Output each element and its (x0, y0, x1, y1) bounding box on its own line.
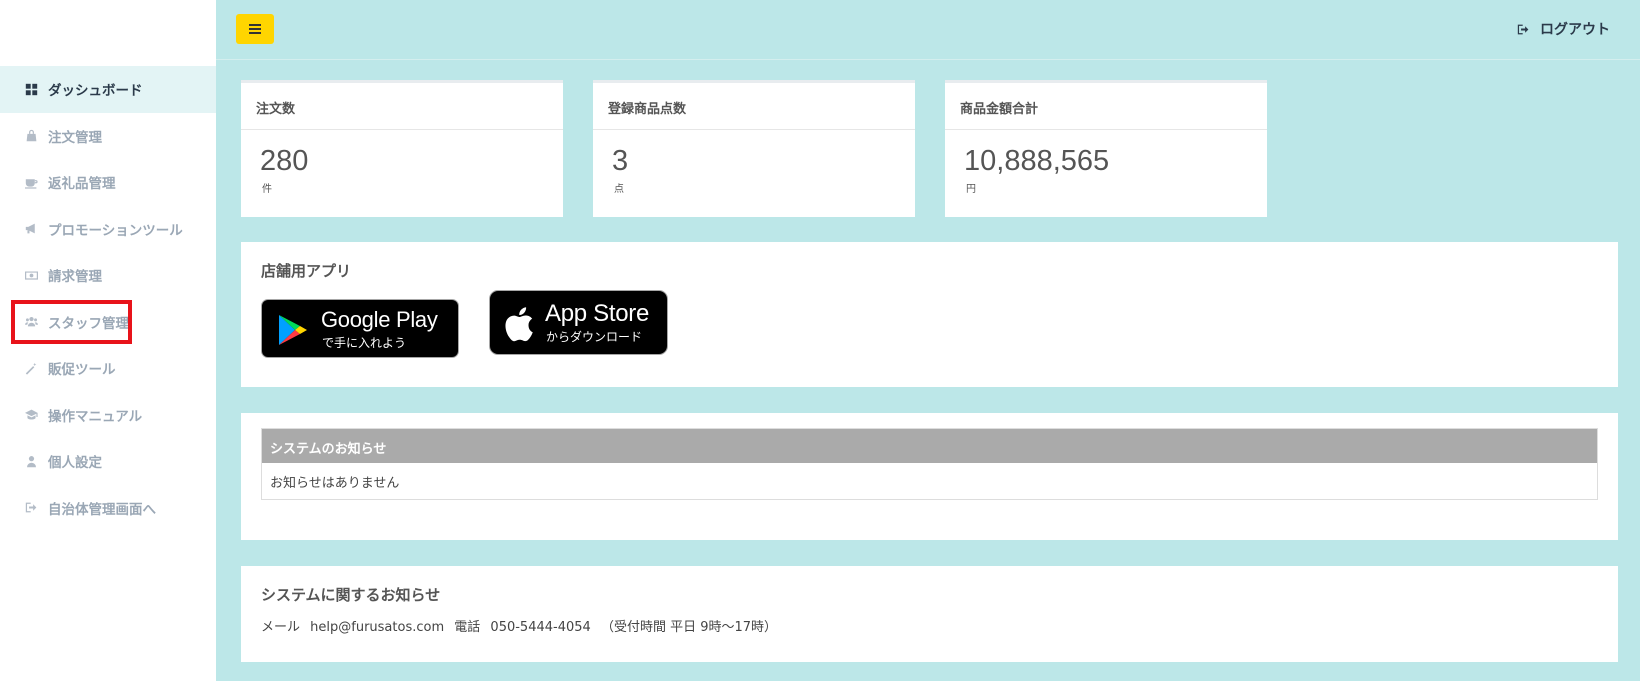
user-icon (24, 454, 38, 468)
google-play-title: Google Play (321, 307, 438, 332)
system-notices-panel: システムのお知らせ お知らせはありません (241, 413, 1618, 540)
stat-card-orders: 注文数 280 件 (241, 80, 563, 217)
hamburger-icon (249, 24, 261, 34)
megaphone-icon (24, 222, 38, 236)
store-apps-title: 店舗用アプリ (261, 262, 352, 280)
sidebar-item-label: プロモーションツール (48, 222, 183, 239)
sidebar-nav: ダッシュボード 注文管理 返礼品管理 プロモーションツール 請求管理 スタッフ管… (0, 66, 216, 531)
sidebar-item-label: 請求管理 (48, 269, 102, 286)
sidebar-item-promotion[interactable]: プロモーションツール (0, 206, 216, 253)
stat-title: 注文数 (241, 83, 563, 130)
shopping-bag-icon (24, 129, 38, 143)
sidebar-item-label: 操作マニュアル (48, 408, 143, 425)
stat-value: 10,888,565 (964, 145, 1110, 177)
sidebar-item-label: 自治体管理画面へ (48, 501, 156, 518)
sidebar-item-label: 個人設定 (48, 455, 102, 472)
sidebar-item-sales-tools[interactable]: 販促ツール (0, 345, 216, 392)
sidebar-item-label: スタッフ管理 (48, 315, 129, 332)
app-store-title: App Store (545, 300, 650, 327)
sign-out-icon (24, 501, 38, 515)
users-icon (24, 315, 38, 329)
sidebar-item-dashboard[interactable]: ダッシュボード (0, 66, 216, 113)
phone-label: 電話 (454, 620, 481, 635)
sidebar-item-municipality[interactable]: 自治体管理画面へ (0, 485, 216, 532)
logout-label: ログアウト (1540, 22, 1610, 38)
google-play-badge[interactable]: Google Play で手に入れよう (261, 299, 459, 358)
stat-title: 商品金額合計 (945, 83, 1267, 130)
app-store-subtitle: からダウンロード (546, 330, 643, 344)
notices-empty-row: お知らせはありません (262, 463, 1597, 499)
phone-number: 050-5444-4054 (490, 620, 591, 635)
sidebar-item-label: ダッシュボード (48, 83, 143, 100)
menu-toggle-button[interactable] (236, 14, 274, 44)
coffee-icon (24, 175, 38, 189)
stat-value: 3 (612, 145, 629, 177)
system-info-title: システムに関するお知らせ (261, 586, 441, 604)
sidebar-item-label: 注文管理 (48, 129, 102, 146)
contact-line: メール help@furusatos.com 電話 050-5444-4054 … (261, 616, 783, 635)
mail-address: help@furusatos.com (310, 620, 445, 635)
sidebar-item-orders[interactable]: 注文管理 (0, 113, 216, 160)
notices-table: システムのお知らせ お知らせはありません (261, 428, 1598, 500)
store-apps-panel: 店舗用アプリ Google Play で手に入れよう App Store からダ… (241, 242, 1618, 387)
apple-icon (505, 307, 533, 342)
stat-unit: 円 (966, 184, 976, 195)
google-play-icon (279, 315, 307, 345)
stat-title: 登録商品点数 (593, 83, 915, 130)
logout-button[interactable]: ログアウト (1517, 19, 1610, 39)
stat-card-products: 登録商品点数 3 点 (593, 80, 915, 217)
stat-unit: 件 (262, 184, 272, 195)
stat-card-amount: 商品金額合計 10,888,565 円 (945, 80, 1267, 217)
top-bar: ログアウト (216, 0, 1640, 60)
magic-wand-icon (24, 361, 38, 375)
dashboard-icon (24, 82, 38, 96)
sidebar: ダッシュボード 注文管理 返礼品管理 プロモーションツール 請求管理 スタッフ管… (0, 0, 216, 681)
system-info-panel: システムに関するお知らせ メール help@furusatos.com 電話 0… (241, 566, 1618, 662)
sidebar-item-label: 返礼品管理 (48, 176, 116, 193)
app-store-badge[interactable]: App Store からダウンロード (489, 290, 668, 355)
mail-label: メール (261, 620, 301, 635)
sign-out-icon (1517, 24, 1529, 34)
stat-value: 280 (260, 145, 309, 177)
stat-unit: 点 (614, 184, 624, 195)
google-play-subtitle: で手に入れよう (322, 336, 407, 350)
notices-header: システムのお知らせ (262, 429, 1597, 463)
sidebar-item-billing[interactable]: 請求管理 (0, 252, 216, 299)
sidebar-item-manual[interactable]: 操作マニュアル (0, 392, 216, 439)
money-icon (24, 268, 38, 282)
sidebar-item-label: 販促ツール (48, 362, 116, 379)
sidebar-item-gifts[interactable]: 返礼品管理 (0, 159, 216, 206)
sidebar-item-personal-settings[interactable]: 個人設定 (0, 438, 216, 485)
sidebar-item-staff[interactable]: スタッフ管理 (0, 299, 216, 346)
graduation-cap-icon (24, 408, 38, 422)
business-hours: （受付時間 平日 9時〜17時） (600, 620, 778, 635)
